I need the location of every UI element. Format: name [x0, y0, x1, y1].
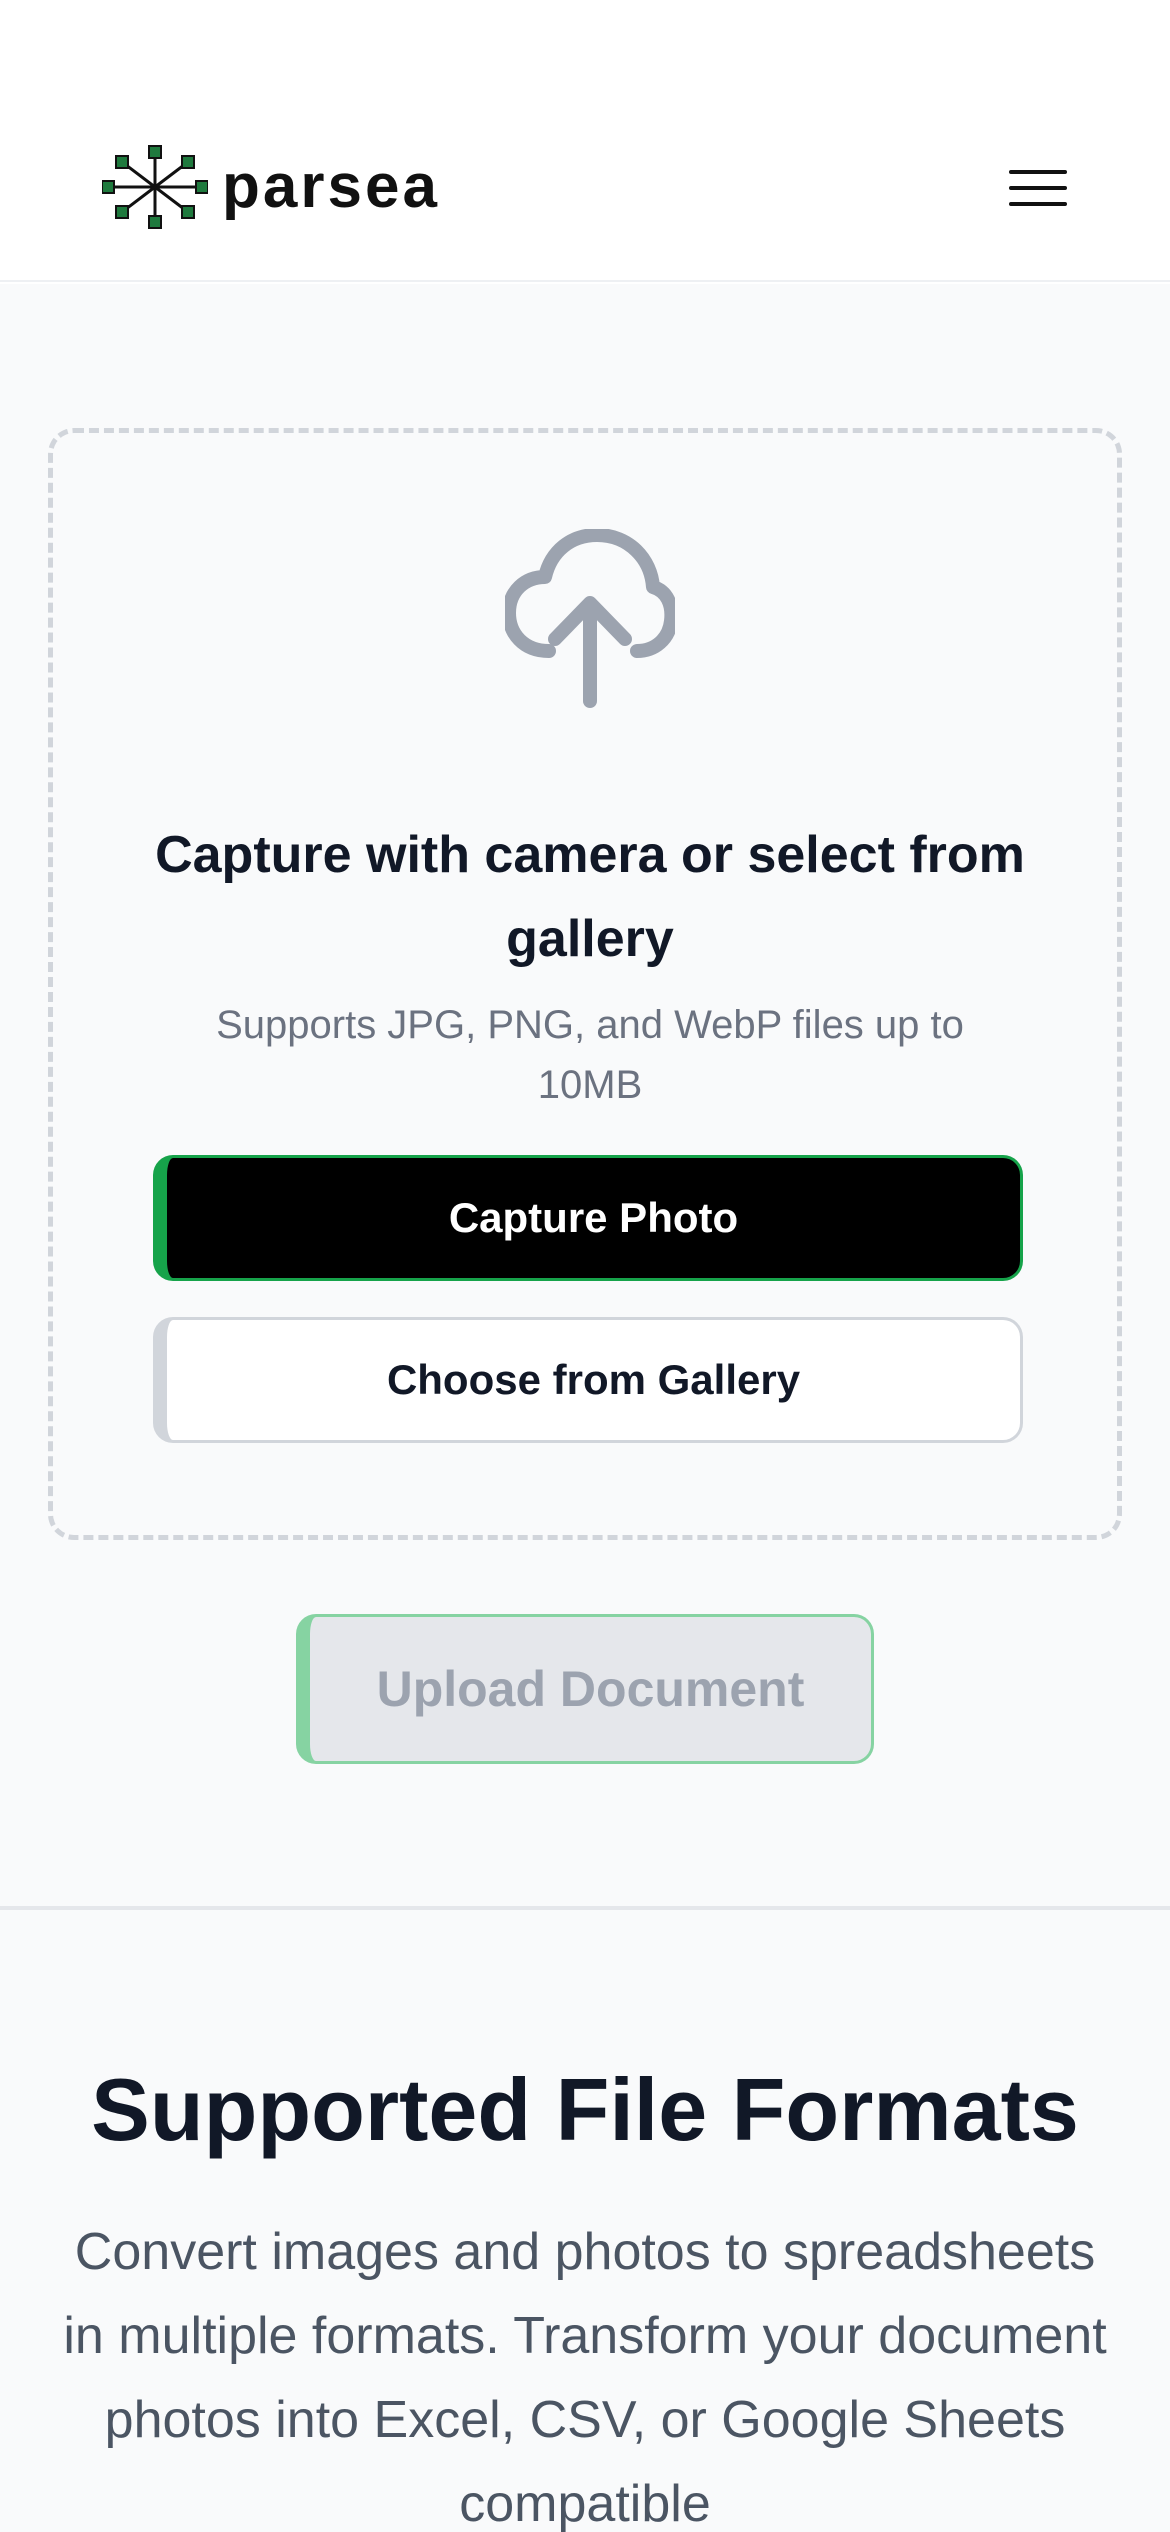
hamburger-menu-icon [1009, 170, 1067, 206]
brand-logo[interactable]: parsea [102, 144, 440, 230]
upload-dropzone[interactable]: Capture with camera or select from galle… [48, 428, 1122, 1540]
choose-from-gallery-button[interactable]: Choose from Gallery [153, 1317, 1023, 1443]
upload-section: Capture with camera or select from galle… [0, 284, 1170, 1908]
upload-subtitle: Supports JPG, PNG, and WebP files up to … [216, 1003, 964, 1107]
formats-description: Convert images and photos to spreadsheet… [63, 2223, 1107, 2532]
capture-photo-button[interactable]: Capture Photo [153, 1155, 1023, 1281]
formats-heading: Supported File Formats [91, 2060, 1079, 2159]
brand-name: parsea [222, 152, 440, 221]
cloud-upload-icon [505, 529, 675, 708]
app-header: parsea [0, 0, 1170, 282]
supported-formats-section: Supported File Formats Convert images an… [0, 1910, 1170, 2532]
upload-title: Capture with camera or select from galle… [155, 826, 1025, 968]
menu-button[interactable] [1000, 160, 1076, 216]
network-node-logo-icon [102, 145, 208, 229]
upload-document-button[interactable]: Upload Document [296, 1614, 874, 1764]
